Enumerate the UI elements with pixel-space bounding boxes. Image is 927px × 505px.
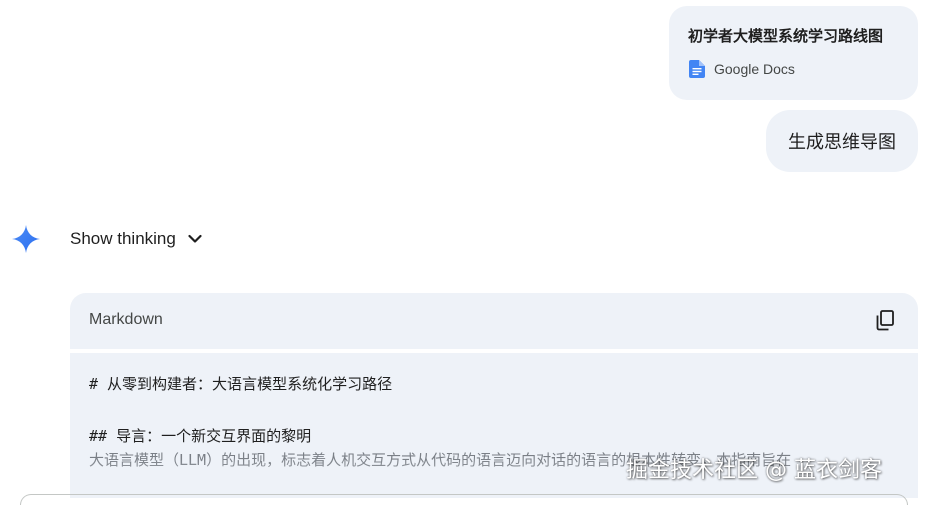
copy-icon (876, 309, 894, 330)
code-block-header: Markdown (70, 293, 918, 349)
code-language-label: Markdown (89, 311, 163, 328)
show-thinking-label: Show thinking (70, 229, 176, 248)
chevron-down-icon (188, 234, 202, 243)
show-thinking-toggle[interactable]: Show thinking (70, 227, 202, 251)
user-message-bubble: 生成思维导图 (766, 110, 918, 172)
attachment-card[interactable]: 初学者大模型系统学习路线图 Google Docs (669, 6, 918, 100)
copy-code-button[interactable] (874, 308, 896, 332)
chat-input-box[interactable] (20, 494, 908, 505)
code-line: # 从零到构建者：大语言模型系统化学习路径 (89, 375, 393, 393)
code-line: ## 导言：一个新交互界面的黎明 (89, 427, 312, 445)
user-message-text: 生成思维导图 (788, 132, 896, 153)
google-docs-icon (689, 60, 705, 78)
attachment-title: 初学者大模型系统学习路线图 (688, 27, 884, 45)
attachment-source: Google Docs (689, 60, 795, 78)
attachment-source-label: Google Docs (714, 61, 795, 77)
watermark: 掘金技术社区 @ 蓝衣剑客 (626, 458, 882, 483)
gemini-spark-icon (12, 225, 40, 253)
